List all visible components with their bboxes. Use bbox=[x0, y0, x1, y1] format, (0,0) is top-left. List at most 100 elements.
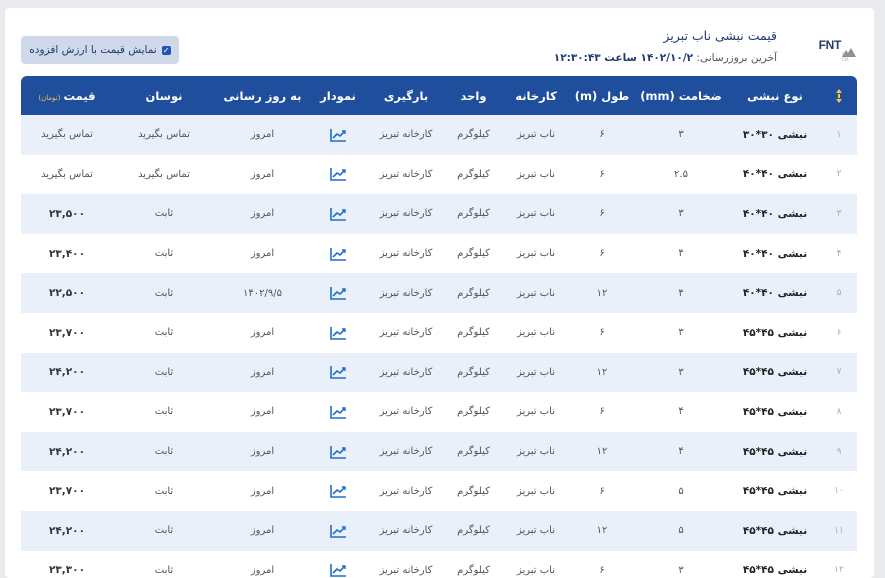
col-header-updated[interactable]: به روز رسانی bbox=[215, 76, 310, 115]
cell-unit: کیلوگرم bbox=[446, 471, 501, 511]
table-row[interactable]: ۱۲ نبشی ۴۵*۴۵ ۳ ۶ ناب تبریز کیلوگرم کارخانه تب… bbox=[21, 550, 857, 578]
cell-chart[interactable] bbox=[310, 233, 366, 274]
company-logo[interactable]: FNT STEEL CO. bbox=[819, 38, 856, 62]
cell-factory: ناب تبریز bbox=[501, 550, 571, 578]
cell-loading: کارخانه تبریز bbox=[366, 312, 446, 353]
cell-price: تماس بگیرید bbox=[21, 154, 113, 195]
cell-thickness: ۵ bbox=[633, 471, 729, 511]
col-header-price[interactable]: قیمت(تومان) bbox=[21, 76, 113, 115]
cell-chart[interactable] bbox=[310, 392, 366, 432]
cell-updated: امروز bbox=[215, 115, 310, 155]
chart-line-icon[interactable] bbox=[329, 326, 347, 340]
col-header-chart[interactable]: نمودار bbox=[310, 76, 366, 115]
table-row[interactable]: ۳ نبشی ۴۰*۴۰ ۳ ۶ ناب تبریز کیلوگرم کارخانه تبر… bbox=[21, 194, 857, 234]
cell-chart[interactable] bbox=[310, 273, 366, 313]
cell-length: ۶ bbox=[571, 115, 633, 155]
table-row[interactable]: ۹ نبشی ۴۵*۴۵ ۴ ۱۲ ناب تبریز کیلوگرم کارخانه تب… bbox=[21, 431, 857, 472]
price-header-unit: (تومان) bbox=[38, 93, 61, 102]
steel-logo-icon: STEEL CO. bbox=[842, 42, 856, 62]
checkbox-checked-icon[interactable]: ✓ bbox=[161, 45, 171, 55]
cell-unit: کیلوگرم bbox=[446, 431, 501, 472]
cell-updated: امروز bbox=[215, 471, 310, 511]
cell-length: ۶ bbox=[571, 471, 633, 511]
table-row[interactable]: ۷ نبشی ۴۵*۴۵ ۳ ۱۲ ناب تبریز کیلوگرم کارخانه تب… bbox=[21, 352, 857, 393]
col-header-length[interactable]: طول (m) bbox=[571, 76, 633, 115]
chart-line-icon[interactable] bbox=[329, 563, 347, 578]
logo-subtext: STEEL CO. bbox=[842, 52, 855, 62]
cell-type: نبشی ۳۰*۳۰ bbox=[729, 115, 821, 155]
vat-toggle-button[interactable]: ✓ نمایش قیمت با ارزش افزوده bbox=[21, 36, 179, 64]
price-card: FNT STEEL CO. قیمت نبشی ناب تبریز آخرین … bbox=[5, 8, 874, 578]
cell-updated: امروز bbox=[215, 550, 310, 578]
cell-factory: ناب تبریز bbox=[501, 273, 571, 313]
cell-updated: امروز bbox=[215, 194, 310, 234]
table-row[interactable]: ۲ نبشی ۴۰*۴۰ ۲.۵ ۶ ناب تبریز کیلوگرم کارخانه ت… bbox=[21, 154, 857, 195]
cell-change: ثابت bbox=[113, 550, 215, 578]
chart-line-icon[interactable] bbox=[329, 524, 347, 538]
cell-price: ۲۳,۳۰۰ bbox=[21, 550, 113, 578]
col-header-factory[interactable]: کارخانه bbox=[501, 76, 571, 115]
cell-chart[interactable] bbox=[310, 431, 366, 472]
cell-length: ۱۲ bbox=[571, 352, 633, 393]
chart-line-icon[interactable] bbox=[329, 286, 347, 300]
col-header-index[interactable] bbox=[821, 76, 857, 115]
col-header-unit[interactable]: واحد bbox=[446, 76, 501, 115]
col-header-loading[interactable]: بارگیری bbox=[366, 76, 446, 115]
cell-factory: ناب تبریز bbox=[501, 115, 571, 155]
cell-length: ۱۲ bbox=[571, 431, 633, 472]
cell-change: ثابت bbox=[113, 273, 215, 313]
cell-index: ۱ bbox=[821, 115, 857, 155]
col-header-thickness[interactable]: ضخامت (mm) bbox=[633, 76, 729, 115]
chart-line-icon[interactable] bbox=[329, 167, 347, 182]
chart-line-icon[interactable] bbox=[329, 247, 347, 261]
cell-factory: ناب تبریز bbox=[501, 471, 571, 511]
cell-price: ۲۴,۲۰۰ bbox=[21, 510, 113, 551]
cell-length: ۱۲ bbox=[571, 510, 633, 551]
cell-type: نبشی ۴۵*۴۵ bbox=[729, 312, 821, 353]
cell-index: ۸ bbox=[821, 392, 857, 432]
cell-loading: کارخانه تبریز bbox=[366, 550, 446, 578]
cell-thickness: ۳ bbox=[633, 194, 729, 234]
cell-loading: کارخانه تبریز bbox=[366, 273, 446, 313]
cell-chart[interactable] bbox=[310, 194, 366, 234]
chart-line-icon[interactable] bbox=[329, 128, 347, 142]
sort-icon[interactable] bbox=[835, 88, 843, 104]
col-header-change[interactable]: نوسان bbox=[113, 76, 215, 115]
cell-chart[interactable] bbox=[310, 154, 366, 195]
cell-chart[interactable] bbox=[310, 510, 366, 551]
cell-chart[interactable] bbox=[310, 550, 366, 578]
cell-unit: کیلوگرم bbox=[446, 194, 501, 234]
chart-line-icon[interactable] bbox=[329, 445, 347, 459]
cell-updated: امروز bbox=[215, 431, 310, 472]
table-row[interactable]: ۶ نبشی ۴۵*۴۵ ۳ ۶ ناب تبریز کیلوگرم کارخانه تبر… bbox=[21, 312, 857, 353]
cell-thickness: ۳ bbox=[633, 312, 729, 353]
cell-thickness: ۴ bbox=[633, 273, 729, 313]
cell-change: ثابت bbox=[113, 431, 215, 472]
chart-line-icon[interactable] bbox=[329, 484, 347, 498]
cell-updated: امروز bbox=[215, 510, 310, 551]
table-row[interactable]: ۸ نبشی ۴۵*۴۵ ۴ ۶ ناب تبریز کیلوگرم کارخانه تبر… bbox=[21, 392, 857, 432]
cell-chart[interactable] bbox=[310, 312, 366, 353]
last-updated-value: ۱۴۰۲/۱۰/۲ ساعت ۱۲:۳۰:۴۳ bbox=[553, 52, 694, 64]
table-row[interactable]: ۴ نبشی ۴۰*۴۰ ۴ ۶ ناب تبریز کیلوگرم کارخانه تبر… bbox=[21, 233, 857, 274]
cell-change: ثابت bbox=[113, 312, 215, 353]
chart-line-icon[interactable] bbox=[329, 207, 347, 221]
cell-price: تماس بگیرید bbox=[21, 115, 113, 155]
cell-chart[interactable] bbox=[310, 352, 366, 393]
cell-change: تماس بگیرید bbox=[113, 115, 215, 155]
cell-factory: ناب تبریز bbox=[501, 154, 571, 195]
cell-chart[interactable] bbox=[310, 471, 366, 511]
table-row[interactable]: ۱۱ نبشی ۴۵*۴۵ ۵ ۱۲ ناب تبریز کیلوگرم کارخانه ت… bbox=[21, 510, 857, 551]
table-row[interactable]: ۱۰ نبشی ۴۵*۴۵ ۵ ۶ ناب تبریز کیلوگرم کارخانه تب… bbox=[21, 471, 857, 511]
chart-line-icon[interactable] bbox=[329, 365, 347, 380]
table-row[interactable]: ۵ نبشی ۴۰*۴۰ ۴ ۱۲ ناب تبریز کیلوگرم کارخانه تب… bbox=[21, 273, 857, 313]
table-row[interactable]: ۱ نبشی ۳۰*۳۰ ۳ ۶ ناب تبریز کیلوگرم کارخانه تبر… bbox=[21, 115, 857, 155]
col-header-type[interactable]: نوع نبشی bbox=[729, 76, 821, 115]
chart-line-icon[interactable] bbox=[329, 405, 347, 419]
cell-index: ۷ bbox=[821, 352, 857, 393]
last-updated: آخرین بروزرسانی: ۱۴۰۲/۱۰/۲ ساعت ۱۲:۳۰:۴۳ bbox=[554, 52, 777, 64]
cell-chart[interactable] bbox=[310, 115, 366, 155]
cell-unit: کیلوگرم bbox=[446, 115, 501, 155]
cell-updated: امروز bbox=[215, 352, 310, 393]
cell-change: ثابت bbox=[113, 194, 215, 234]
